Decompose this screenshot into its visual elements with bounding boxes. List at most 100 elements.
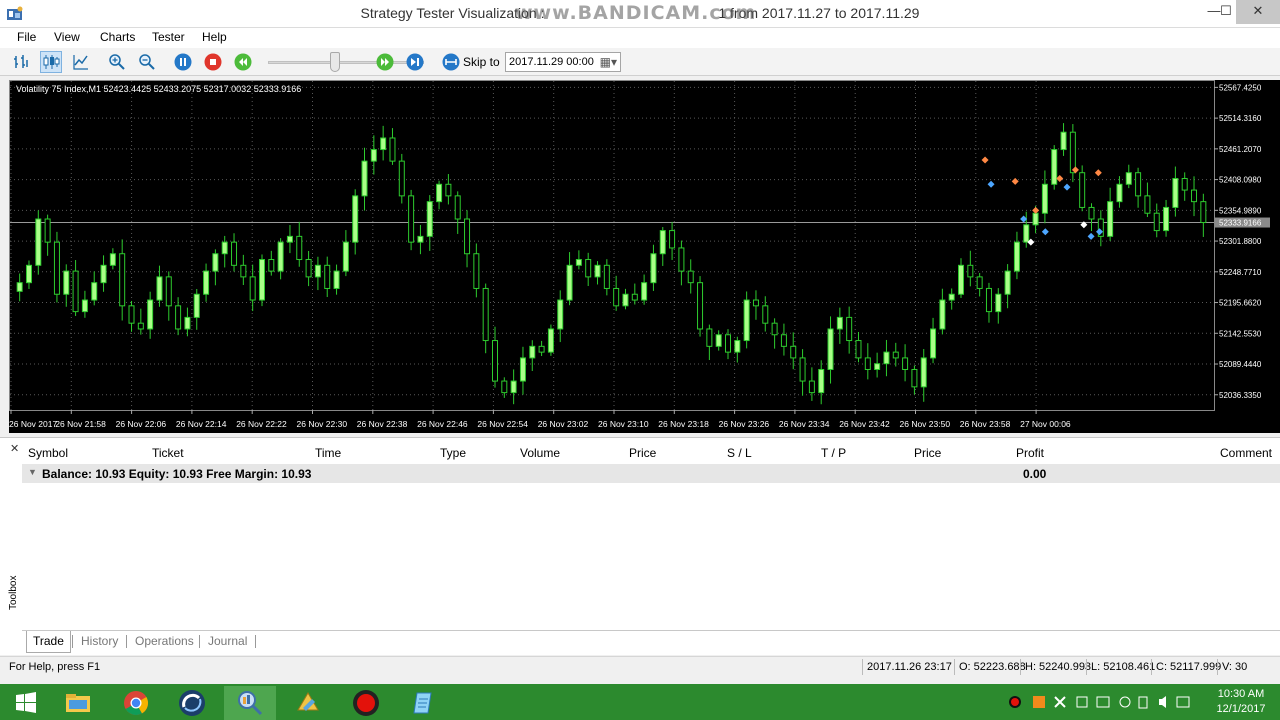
candle [1079,165,1086,212]
close-button[interactable]: ✕ [1236,0,1280,24]
bar-chart-button[interactable] [10,51,32,73]
candle [641,274,648,305]
candle [967,250,974,287]
line-chart-button[interactable] [70,51,92,73]
tab-trade[interactable]: Trade [26,631,71,653]
start-button[interactable] [0,686,52,720]
stop-button[interactable] [202,51,224,73]
skip-to-button[interactable] [440,51,462,73]
candlestick-chart-svg[interactable]: 52567.4250 52514.3160 52461.2070 52408.0980… [9,80,1280,433]
tab-history[interactable]: History [75,631,124,653]
tab-separator [199,635,200,648]
skip-to-label: Skip to [463,55,500,69]
menu-help[interactable]: Help [202,30,227,44]
candle [165,271,172,321]
calendar-dropdown-icon[interactable]: ▦▾ [600,55,617,69]
fast-forward-button[interactable] [374,51,396,73]
price-chart[interactable]: 52567.4250 52514.3160 52461.2070 52408.0980… [9,80,1280,433]
candle [585,252,592,287]
candle-bull-body [25,264,32,284]
candle-bear-body [855,340,862,359]
column-header-symbol[interactable]: Symbol [28,446,68,460]
candle-bear-body [603,264,610,289]
taskbar-metaeditor[interactable] [282,686,334,720]
taskbar-metatrader[interactable] [166,686,218,720]
time-axis: 26 Nov 201726 Nov 21:58 26 Nov 22:06 26 No… [9,410,1071,429]
candle-bull-body [1041,183,1048,214]
column-header-volume[interactable]: Volume [520,446,560,460]
candle-bull-body [827,328,834,370]
tab-journal[interactable]: Journal [202,631,253,653]
x-tick-label: 26 Nov 22:30 [297,419,348,429]
menu-view[interactable]: View [54,30,80,44]
tray-icons [1009,696,1190,709]
collapse-arrow-icon[interactable]: ▼ [28,467,37,477]
taskbar-strategy-tester[interactable] [224,686,276,720]
candle-bear-body [902,357,909,370]
taskbar-notepad[interactable] [398,686,450,720]
terminal-close-icon[interactable]: ✕ [10,442,19,455]
column-header-time[interactable]: Time [315,446,341,460]
x-tick-label: 26 Nov 22:22 [236,419,287,429]
column-header-t-p[interactable]: T / P [821,446,846,460]
skip-to-date-field[interactable]: 2017.11.29 00:00 ▦▾ [505,52,621,72]
column-header-price[interactable]: Price [629,446,656,460]
zoom-in-button[interactable] [106,51,128,73]
column-header-profit[interactable]: Profit [1016,446,1044,460]
candle-bull-body [333,270,340,289]
column-header-type[interactable]: Type [440,446,466,460]
speed-slider-thumb[interactable] [330,52,340,72]
candle [426,195,433,251]
candle [333,264,340,295]
column-header-price[interactable]: Price [914,446,941,460]
x-tick-label: 26 Nov 22:46 [417,419,468,429]
candle [547,324,554,356]
menu-tester[interactable]: Tester [152,30,185,44]
candle-bear-body [678,247,685,272]
candle [482,283,489,354]
candle-bear-body [1200,201,1207,224]
pause-icon [174,53,192,71]
candle-bear-body [473,253,480,289]
menu-file[interactable]: File [17,30,36,44]
taskbar-bandicam[interactable] [340,686,392,720]
skip-end-button[interactable] [404,51,426,73]
column-header-ticket[interactable]: Ticket [152,446,184,460]
system-tray[interactable] [1005,694,1200,710]
toolbox-label[interactable]: Toolbox [8,570,19,610]
pause-button[interactable] [172,51,194,73]
candle-bull-body [818,368,825,394]
candle [1172,166,1179,217]
candle [669,221,676,260]
candle-bear-body [1153,212,1160,232]
candle [1125,164,1132,189]
price-axis: 52567.4250 52514.3160 52461.2070 52408.0980… [1214,83,1270,400]
candle-bull-body [258,259,265,301]
candle-bear-body [1191,189,1198,203]
candle-bull-body [958,264,965,295]
candle [436,180,443,210]
candle [258,254,265,307]
candlestick-chart-button[interactable] [40,51,62,73]
candle-bull-body [715,334,722,347]
taskbar-file-explorer[interactable] [52,686,104,720]
rewind-button[interactable] [232,51,254,73]
menu-charts[interactable]: Charts [100,30,135,44]
candle [930,317,937,364]
candle-bull-body [622,293,629,307]
trade-marker [1011,177,1019,185]
candle [1069,124,1076,183]
candle [715,330,722,351]
column-header-s-l[interactable]: S / L [727,446,752,460]
trade-marker [1041,228,1049,236]
zoom-out-button[interactable] [136,51,158,73]
plot-border [9,80,1215,411]
column-header-comment[interactable]: Comment [1220,446,1272,460]
balance-row[interactable]: ▼ Balance: 10.93 Equity: 10.93 Free Marg… [22,464,1280,483]
tab-operations[interactable]: Operations [129,631,200,653]
taskbar-clock[interactable]: 10:30 AM 12/1/2017 [1210,687,1272,717]
taskbar-chrome[interactable] [110,686,162,720]
speed-slider-track[interactable] [268,61,424,64]
candle [827,316,834,384]
candle-bull-body [212,253,219,272]
